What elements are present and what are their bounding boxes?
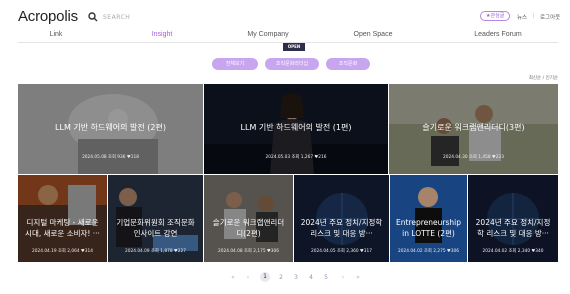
card-meta: 2024.05.08 조회 936 ♥118 [82, 155, 139, 160]
card-title: LLM 기반 하드웨어의 발전 (1편) [240, 123, 352, 132]
filter-culture-button[interactable]: 조직문화 [326, 58, 370, 70]
card-title: 슬기로운 워크랩앤리더디(2편) [212, 218, 285, 238]
page-button-current[interactable]: 1 [260, 272, 270, 282]
content-grid: LLM 기반 하드웨어의 발전 (2편) 2024.05.08 조회 936 ♥… [18, 84, 558, 262]
card-title: 슬기로운 워크랩앤리더디(3편) [422, 123, 525, 132]
page-button[interactable]: 3 [291, 274, 301, 281]
card-meta: 2024.05.03 조회 1,267 ♥216 [265, 155, 327, 160]
card-title: Entrepreneurship in LOTTE (2편) [396, 218, 461, 238]
content-card[interactable]: Entrepreneurship in LOTTE (2편) 2024.04.0… [390, 175, 467, 262]
card-title: 디지털 마케팅 - 새로운 시대, 새로운 소비자! ··· [25, 218, 100, 238]
logo[interactable]: Acropolis [18, 8, 78, 25]
card-title: 2024년 주요 정치/지정학 리스크 및 대응 방··· [475, 218, 551, 238]
page-button[interactable]: 5 [321, 274, 331, 281]
card-title: 2024년 주요 정치/지정학 리스크 및 대응 방··· [300, 218, 383, 238]
nav-my-company[interactable]: My Company [247, 31, 288, 38]
card-meta: 2024.04.02 조회 2,275 ♥306 [398, 249, 459, 254]
sort-toggle[interactable]: 최신순 / 인기순 [529, 75, 558, 81]
content-card[interactable]: 2024년 주요 정치/지정학 리스크 및 대응 방··· 2024.04.05… [294, 175, 389, 262]
main-nav: Link Insight My Company Open Space Leade… [18, 29, 558, 43]
nav-insight[interactable]: Insight [152, 31, 173, 38]
filter-leadership-button[interactable]: 조직문화리더십 [265, 58, 319, 70]
content-card[interactable]: 슬기로운 워크랩앤리더디(3편) 2024.04.30 조회 1,458 ♥22… [389, 84, 558, 174]
content-card[interactable]: LLM 기반 하드웨어의 발전 (1편) 2024.05.03 조회 1,267… [204, 84, 388, 174]
content-card[interactable]: 디지털 마케팅 - 새로운 시대, 새로운 소비자! ··· 2024.04.1… [18, 175, 107, 262]
favorites-button[interactable]: ★관심글 [480, 11, 511, 21]
nav-link[interactable]: Link [50, 31, 63, 38]
card-title: LLM 기반 하드웨어의 발전 (2편) [55, 123, 166, 132]
page-button[interactable]: 2 [276, 274, 286, 281]
card-meta: 2024.04.02 조회 2,340 ♥340 [482, 249, 544, 254]
card-meta: 2024.04.08 조회 2,175 ♥306 [218, 249, 279, 254]
first-page-button[interactable]: « [228, 274, 238, 281]
logout-link[interactable]: 로그아웃 [540, 13, 560, 21]
filter-all-button[interactable]: 전체보기 [212, 58, 258, 70]
content-card[interactable]: 2024년 주요 정치/지정학 리스크 및 대응 방··· 2024.04.02… [468, 175, 558, 262]
card-meta: 2024.04.09 조회 1,878 ♥227 [125, 249, 186, 254]
content-card[interactable]: 기업문화위원회 조직문화 인사이트 강연 2024.04.09 조회 1,878… [108, 175, 203, 262]
top-header: Acropolis SEARCH ★관심글 뉴스 | 로그아웃 [0, 0, 570, 28]
search-input[interactable]: SEARCH [103, 14, 130, 21]
news-link[interactable]: 뉴스 [517, 13, 527, 21]
search-icon[interactable] [88, 12, 98, 22]
prev-page-button[interactable]: ‹ [243, 274, 253, 281]
card-meta: 2024.04.05 조회 2,360 ♥317 [311, 249, 372, 254]
nav-leaders-forum[interactable]: Leaders Forum [474, 31, 521, 38]
card-meta: 2024.04.30 조회 1,458 ♥223 [443, 155, 504, 160]
open-badge: OPEN [283, 43, 305, 51]
last-page-button[interactable]: » [353, 274, 363, 281]
content-card[interactable]: 슬기로운 워크랩앤리더디(2편) 2024.04.08 조회 2,175 ♥30… [204, 175, 293, 262]
page-button[interactable]: 4 [306, 274, 316, 281]
content-card[interactable]: LLM 기반 하드웨어의 발전 (2편) 2024.05.08 조회 936 ♥… [18, 84, 203, 174]
util-separator: | [533, 13, 535, 19]
pagination: « ‹ 1 2 3 4 5 › » [0, 272, 570, 286]
card-meta: 2024.04.19 조회 2,064 ♥314 [32, 249, 93, 254]
nav-open-space[interactable]: Open Space [354, 31, 393, 38]
card-title: 기업문화위원회 조직문화 인사이트 강연 [116, 218, 195, 238]
next-page-button[interactable]: › [338, 274, 348, 281]
